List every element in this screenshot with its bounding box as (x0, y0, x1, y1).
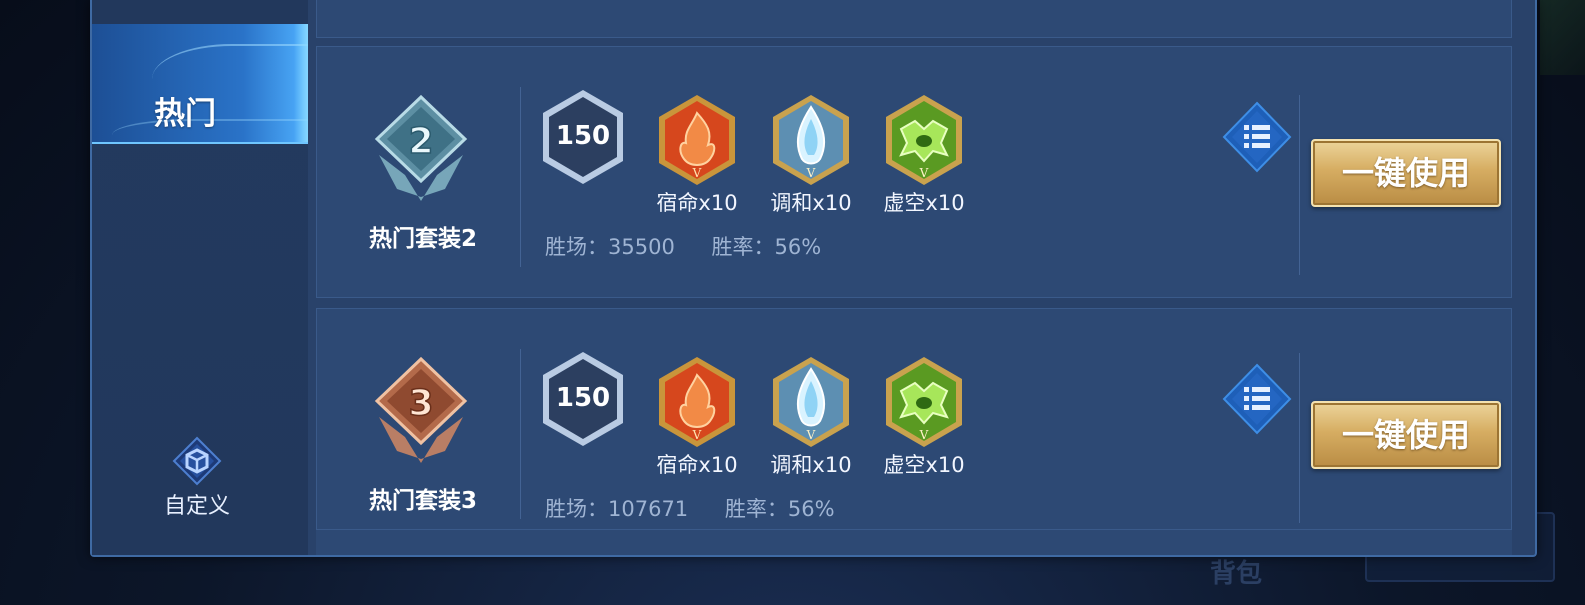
set-name: 热门套装2 (368, 226, 477, 252)
background-item-thumbnail (1540, 0, 1585, 75)
svg-text:V: V (806, 428, 816, 442)
list-details-icon[interactable] (1222, 101, 1292, 173)
inscription-label: 虚空x10 (883, 191, 965, 215)
inscription-label: 宿命x10 (656, 453, 738, 477)
inscription-level: 150 (555, 383, 611, 413)
inscription-item[interactable]: V 调和x10 (761, 87, 861, 227)
inscription-label: 虚空x10 (883, 453, 965, 477)
svg-text:3: 3 (408, 383, 433, 424)
set-stats: 胜场：35500 胜率：56% (545, 231, 851, 261)
set-card: 2 热门套装2 150 V 宿命x10 V 调和x10 V 虚空x10 胜场：3… (316, 46, 1512, 298)
inscription-item[interactable]: V 调和x10 (761, 349, 861, 489)
inscription-label: 调和x10 (770, 191, 852, 215)
set-name: 热门套装3 (368, 488, 477, 514)
divider (1299, 353, 1300, 523)
sidebar-tab-hot[interactable]: 热门 (92, 24, 308, 144)
inscription-item[interactable]: V 宿命x10 (647, 87, 747, 227)
rank-2-silver-badge-icon: 2 (374, 94, 468, 201)
background-bag-label: 背包 (1210, 559, 1263, 589)
svg-text:2: 2 (408, 121, 433, 162)
divider (520, 349, 521, 519)
void-inscription-icon: V (886, 357, 962, 447)
set-card: 3 热门套装3 150 V 宿命x10 V 调和x10 V 虚空x10 胜场：1… (316, 308, 1512, 530)
water-inscription-icon: V (773, 95, 849, 185)
void-inscription-icon: V (886, 95, 962, 185)
inscription-label: 调和x10 (770, 453, 852, 477)
wins-count: 胜场：107671 (545, 497, 689, 521)
custom-label: 自定义 (163, 494, 230, 519)
one-click-use-button[interactable]: 一键使用 (1311, 401, 1501, 469)
list-details-icon[interactable] (1222, 363, 1292, 435)
svg-text:V: V (919, 166, 929, 180)
set-stats: 胜场：107671 胜率：56% (545, 493, 865, 523)
svg-text:V: V (692, 428, 702, 442)
inscription-item[interactable]: V 虚空x10 (874, 349, 974, 489)
tab-hot-label: 热门 (154, 96, 216, 132)
inscription-item[interactable]: V 虚空x10 (874, 87, 974, 227)
svg-text:V: V (806, 166, 816, 180)
divider (520, 87, 521, 267)
inscription-label: 宿命x10 (656, 191, 738, 215)
one-click-use-button[interactable]: 一键使用 (1311, 139, 1501, 207)
svg-text:V: V (692, 166, 702, 180)
set-card-previous (316, 0, 1512, 38)
inscription-item[interactable]: V 宿命x10 (647, 349, 747, 489)
cube-icon (172, 436, 222, 486)
win-rate: 胜率：56% (724, 497, 835, 521)
divider (1299, 95, 1300, 275)
svg-text:V: V (919, 428, 929, 442)
inscription-level: 150 (555, 121, 611, 151)
rank-3-bronze-badge-icon: 3 (374, 356, 468, 463)
sidebar-tab-previous[interactable] (92, 0, 308, 24)
sidebar: 热门 自定义 (92, 0, 308, 555)
wins-count: 胜场：35500 (545, 235, 675, 259)
card-bottom-edge (316, 530, 1512, 555)
fire-inscription-icon: V (659, 95, 735, 185)
sidebar-item-custom[interactable]: 自定义 (142, 430, 252, 530)
win-rate: 胜率：56% (711, 235, 822, 259)
inscription-set-panel: 热门 自定义 2 热门套装2 150 V 宿命x10 V 调和x10 V 虚空x… (90, 0, 1537, 557)
fire-inscription-icon: V (659, 357, 735, 447)
water-inscription-icon: V (773, 357, 849, 447)
